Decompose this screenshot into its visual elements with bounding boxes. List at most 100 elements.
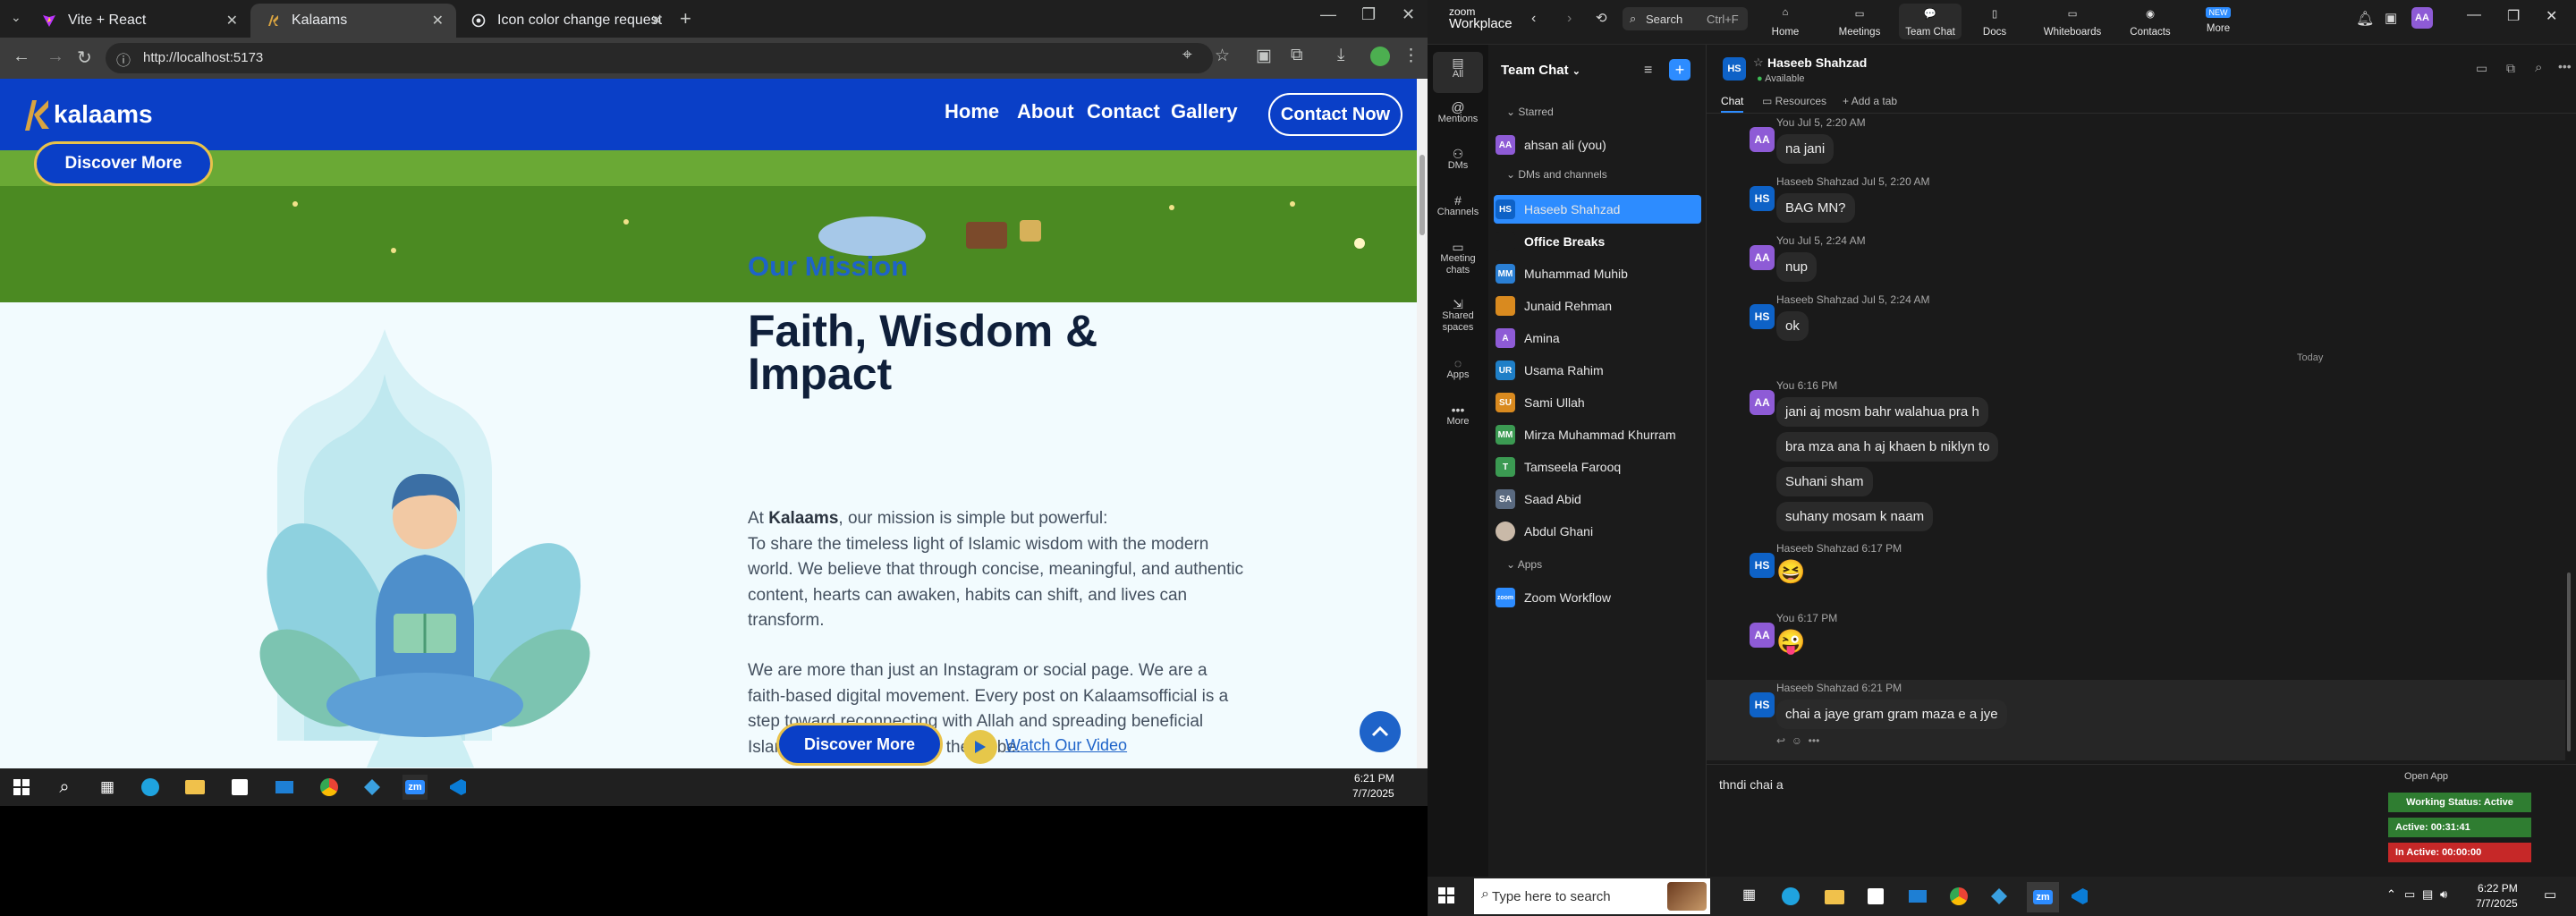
- message[interactable]: HS Haseeb Shahzad Jul 5, 2:20 AM BAG MN?: [1750, 175, 1929, 223]
- rail-meeting-chats[interactable]: ▭ Meeting chats: [1428, 241, 1488, 276]
- minimize-icon[interactable]: —: [1320, 5, 1336, 24]
- right-clock[interactable]: 6:22 PM 7/7/2025: [2476, 881, 2518, 912]
- store-icon[interactable]: [1868, 888, 1884, 904]
- close-tab-icon[interactable]: ✕: [432, 12, 444, 30]
- tab-vite-react[interactable]: Vite + React ✕: [27, 4, 250, 38]
- chat-zoom-workflow[interactable]: zoom Zoom Workflow: [1496, 583, 1692, 612]
- minimize-icon[interactable]: —: [2467, 7, 2481, 23]
- profile-avatar[interactable]: AA: [2411, 7, 2433, 29]
- screen-share-icon[interactable]: ⧉: [2506, 61, 2515, 76]
- file-explorer-icon[interactable]: [1825, 890, 1844, 904]
- filter-icon[interactable]: ≡: [1644, 63, 1652, 79]
- discover-more-button[interactable]: Discover More: [776, 723, 943, 766]
- rail-dms[interactable]: ⚇ DMs: [1428, 148, 1488, 172]
- site-info-icon[interactable]: ⓘ: [116, 48, 131, 70]
- message[interactable]: HS Haseeb Shahzad 6:17 PM 😆: [1750, 542, 1902, 586]
- extension-icon[interactable]: ▣: [1256, 46, 1272, 66]
- play-icon[interactable]: [963, 730, 997, 764]
- site-logo[interactable]: kalaams: [20, 97, 153, 132]
- zoom-taskbar-icon[interactable]: zm: [2027, 882, 2059, 912]
- tray-chevron-up-icon[interactable]: ⌃: [2386, 887, 2396, 902]
- tab-team-chat[interactable]: 💬 Team Chat: [1899, 4, 1962, 39]
- menu-kebab-icon[interactable]: ⋮: [1402, 46, 1419, 66]
- address-bar[interactable]: [106, 43, 1213, 73]
- tab-more[interactable]: NEW More: [2187, 7, 2250, 34]
- history-icon[interactable]: ⟲: [1596, 10, 1607, 26]
- nav-home[interactable]: Home: [945, 100, 999, 123]
- chat-muhib[interactable]: MM Muhammad Muhib: [1496, 259, 1692, 288]
- extensions-puzzle-icon[interactable]: ⧉: [1291, 46, 1303, 65]
- maximize-icon[interactable]: ❐: [2507, 7, 2520, 25]
- chat-amina[interactable]: A Amina: [1496, 324, 1692, 352]
- dms-section[interactable]: ⌄ DMs and channels: [1506, 168, 1607, 181]
- chat-office-breaks[interactable]: Office Breaks: [1496, 227, 1692, 256]
- search-icon[interactable]: ⌕: [2535, 60, 2542, 75]
- mail-icon[interactable]: [272, 775, 297, 800]
- starred-section[interactable]: ⌄ Starred: [1506, 106, 1554, 118]
- rail-channels[interactable]: # Channels: [1428, 194, 1488, 218]
- message[interactable]: AA You Jul 5, 2:24 AM nup: [1750, 234, 1866, 282]
- tray-app-icon[interactable]: ▭: [2404, 887, 2415, 902]
- edge-icon[interactable]: [138, 775, 163, 800]
- message[interactable]: AA You 6:17 PM 😜: [1750, 612, 1837, 656]
- reply-icon[interactable]: ↩: [1776, 734, 1785, 747]
- windows-start-icon[interactable]: [9, 775, 34, 800]
- star-icon[interactable]: ☆: [1753, 55, 1764, 70]
- chat-abdul-ghani[interactable]: Abdul Ghani: [1496, 517, 1692, 546]
- scrollbar-thumb[interactable]: [1419, 155, 1425, 235]
- tab-whiteboards[interactable]: ▭ Whiteboards: [2041, 7, 2104, 38]
- mail-icon[interactable]: [1909, 890, 1927, 903]
- tab-search-chevron-icon[interactable]: ⌄: [11, 10, 21, 25]
- chat-tab-resources[interactable]: ▭ Resources: [1762, 95, 1826, 107]
- message[interactable]: HS Haseeb Shahzad Jul 5, 2:24 AM ok: [1750, 293, 1929, 341]
- compose-input[interactable]: thndi chai a: [1719, 777, 1784, 792]
- calendar-icon[interactable]: ▣: [2385, 10, 2397, 26]
- forward-icon[interactable]: →: [47, 47, 64, 67]
- store-icon[interactable]: [227, 775, 252, 800]
- close-tab-icon[interactable]: ✕: [651, 12, 663, 30]
- contact-now-button[interactable]: Contact Now: [1268, 93, 1402, 136]
- tab-home[interactable]: ⌂ Home: [1754, 7, 1817, 38]
- nav-gallery[interactable]: Gallery: [1171, 100, 1238, 123]
- location-icon[interactable]: ⌖: [1182, 46, 1192, 65]
- vscode-blue-icon[interactable]: [360, 775, 385, 800]
- vscode-blue-icon[interactable]: [1991, 888, 2007, 904]
- chrome-icon[interactable]: [1950, 887, 1968, 905]
- forward-icon[interactable]: ›: [1567, 11, 1572, 27]
- pane-title[interactable]: Team Chat ⌄: [1501, 63, 1580, 78]
- zoom-search-box[interactable]: ⌕ Search Ctrl+F: [1623, 7, 1748, 30]
- tab-meetings[interactable]: ▭ Meetings: [1828, 7, 1891, 38]
- close-tab-icon[interactable]: ✕: [226, 12, 238, 30]
- video-icon[interactable]: ▭: [2476, 61, 2487, 76]
- tab-contacts[interactable]: ◉ Contacts: [2119, 7, 2182, 38]
- chat-ahsan[interactable]: AA ahsan ali (you): [1496, 131, 1692, 159]
- rail-shared-spaces[interactable]: ⇲ Shared spaces: [1428, 298, 1488, 334]
- close-window-icon[interactable]: ✕: [1402, 5, 1415, 24]
- chat-junaid[interactable]: Junaid Rehman: [1496, 292, 1692, 320]
- more-dots-icon[interactable]: •••: [1809, 734, 1820, 747]
- chat-tab-chat[interactable]: Chat: [1721, 95, 1744, 113]
- message-group[interactable]: AA You 6:16 PM jani aj mosm bahr walahua…: [1750, 379, 1999, 531]
- chat-haseeb[interactable]: HS Haseeb Shahzad: [1494, 195, 1701, 224]
- edge-icon[interactable]: [1782, 887, 1800, 905]
- notifications-icon[interactable]: 🔔︎: [2356, 10, 2374, 28]
- back-icon[interactable]: ‹: [1531, 11, 1536, 27]
- notification-center-icon[interactable]: ▭: [2544, 886, 2556, 903]
- volume-icon[interactable]: 🔊︎: [2440, 887, 2447, 902]
- network-icon[interactable]: ▤: [2422, 887, 2433, 902]
- maximize-icon[interactable]: ❐: [1361, 5, 1376, 24]
- apps-section[interactable]: ⌄ Apps: [1506, 558, 1542, 571]
- nav-about[interactable]: About: [1017, 100, 1074, 123]
- rail-mentions[interactable]: @ Mentions: [1428, 101, 1488, 125]
- tab-kalaams[interactable]: Kalaams ✕: [250, 4, 456, 38]
- taskbar-search-box[interactable]: ⌕ Type here to search: [1474, 878, 1710, 914]
- nav-contact[interactable]: Contact: [1087, 100, 1160, 123]
- task-view-icon[interactable]: ▦: [95, 775, 120, 800]
- url-text[interactable]: http://localhost:5173: [143, 50, 263, 65]
- chat-mirza[interactable]: MM Mirza Muhammad Khurram: [1496, 420, 1692, 449]
- download-icon[interactable]: ⤓: [1337, 46, 1344, 65]
- windows-start-icon[interactable]: [1438, 887, 1454, 908]
- search-icon[interactable]: ⌕: [52, 775, 77, 800]
- chat-saad[interactable]: SA Saad Abid: [1496, 485, 1692, 513]
- chat-tab-add[interactable]: + Add a tab: [1843, 95, 1897, 107]
